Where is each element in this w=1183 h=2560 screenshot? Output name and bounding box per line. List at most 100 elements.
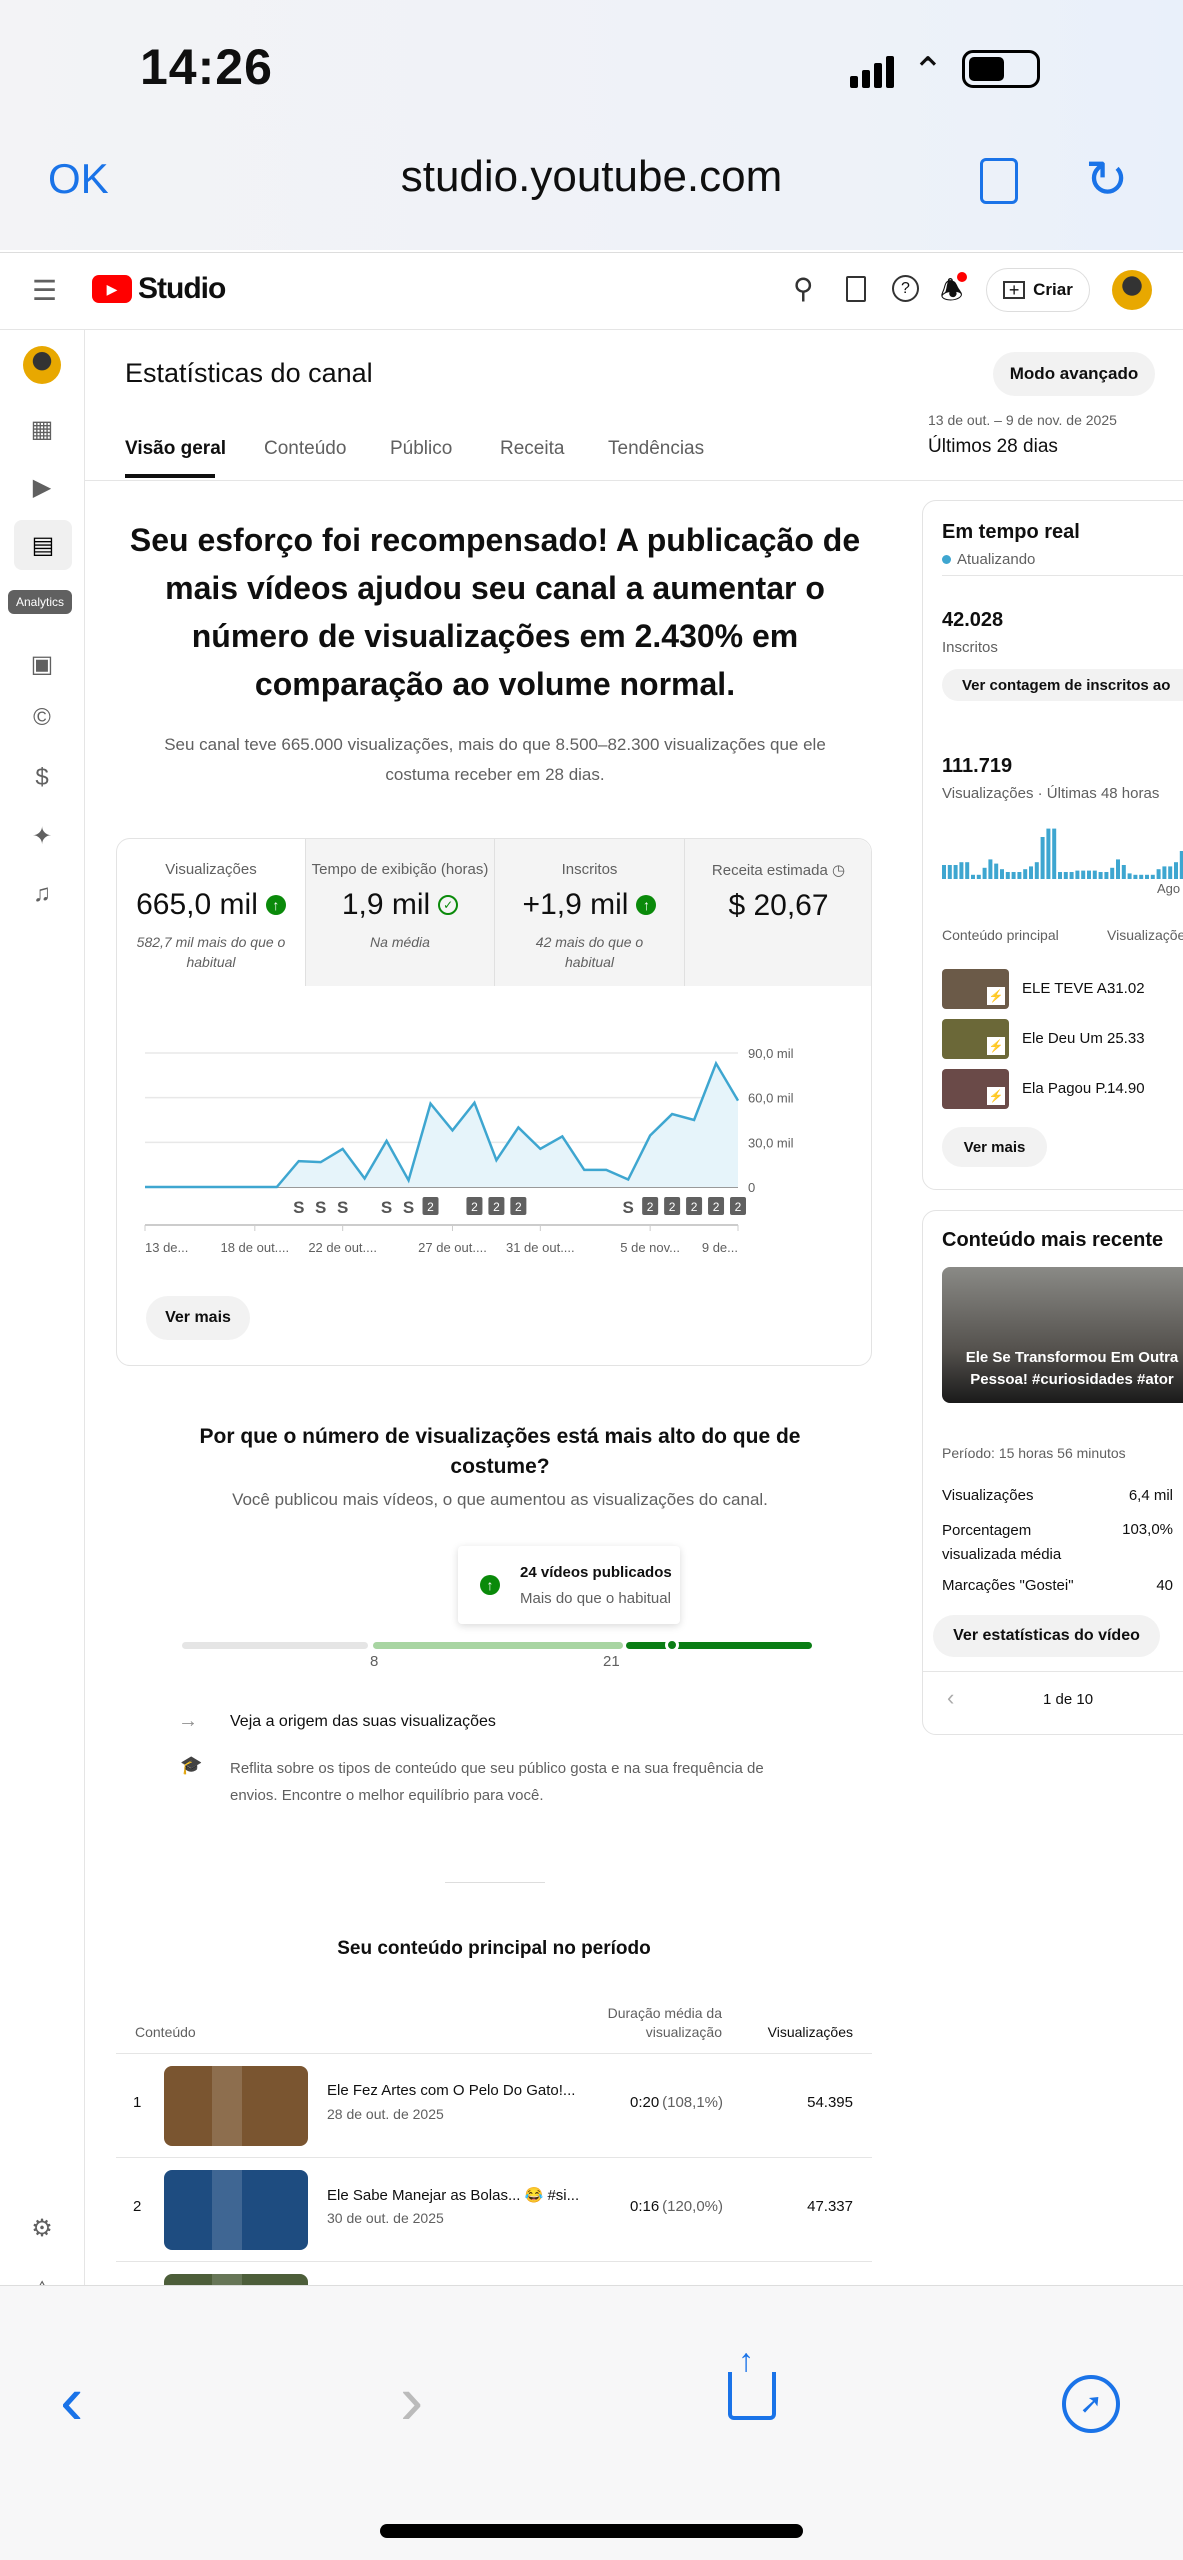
realtime-bar[interactable] <box>1139 874 1144 879</box>
realtime-bar[interactable] <box>1150 874 1155 879</box>
realtime-bar[interactable] <box>1069 872 1074 879</box>
realtime-bar[interactable] <box>1017 872 1022 879</box>
realtime-bar[interactable] <box>1081 870 1086 879</box>
share-icon[interactable]: ↑ <box>728 2342 776 2420</box>
realtime-bar[interactable] <box>1023 869 1028 879</box>
video-thumbnail[interactable] <box>164 2170 308 2250</box>
live-subs-button[interactable]: Ver contagem de inscritos ao <box>942 669 1183 701</box>
realtime-bar[interactable] <box>1162 866 1167 879</box>
realtime-bar[interactable] <box>1046 828 1051 879</box>
realtime-bar[interactable] <box>1063 872 1068 879</box>
realtime-see-more[interactable]: Ver mais <box>942 1127 1047 1167</box>
settings-icon[interactable]: ⚙ <box>26 2212 58 2244</box>
customization-icon[interactable]: ✦ <box>26 820 58 852</box>
realtime-bar[interactable] <box>1011 872 1016 879</box>
feedback-icon[interactable] <box>846 276 866 302</box>
realtime-bar[interactable] <box>971 874 975 879</box>
tab-trends[interactable]: Tendências <box>608 438 704 460</box>
tab-overview[interactable]: Visão geral <box>125 438 226 460</box>
help-icon[interactable]: ? <box>892 275 919 302</box>
realtime-bar[interactable] <box>1029 866 1033 879</box>
date-range[interactable]: 13 de out. – 9 de nov. de 2025 <box>928 412 1117 428</box>
realtime-bar[interactable] <box>976 874 981 879</box>
shorts-marker-icon[interactable]: S <box>293 1198 304 1217</box>
shorts-marker-icon[interactable]: S <box>315 1198 326 1217</box>
previous-icon[interactable]: ‹ <box>947 1685 954 1711</box>
see-more-button[interactable]: Ver mais <box>146 1296 250 1340</box>
realtime-bar[interactable] <box>942 865 946 879</box>
studio-logo[interactable]: ▶ Studio <box>92 272 226 306</box>
forward-icon[interactable]: › <box>400 2365 423 2435</box>
realtime-bar[interactable] <box>1127 873 1132 879</box>
channel-avatar[interactable] <box>23 346 61 384</box>
shorts-marker-icon[interactable]: S <box>381 1198 392 1217</box>
video-title[interactable]: Ele Fez Artes com O Pelo Do Gato!... <box>327 2082 575 2099</box>
account-avatar[interactable] <box>1112 270 1152 310</box>
back-icon[interactable]: ‹ <box>60 2365 83 2435</box>
metric-views[interactable]: Visualizações 665,0 mil ↑ 582,7 mil mais … <box>117 839 305 986</box>
realtime-bar[interactable] <box>1145 874 1149 879</box>
realtime-bar[interactable] <box>1174 862 1178 879</box>
period-selector[interactable]: Últimos 28 dias <box>928 436 1058 458</box>
reload-icon[interactable]: ↻ <box>1085 150 1129 210</box>
realtime-bar[interactable] <box>1000 869 1004 879</box>
metric-watch-time[interactable]: Tempo de exibição (horas) 1,9 mil ✓ Na mé… <box>305 839 494 986</box>
recent-video-thumbnail[interactable]: Ele Se Transformou Em Outra Pessoa! #cur… <box>942 1267 1183 1403</box>
search-icon[interactable]: ⚲ <box>793 272 814 305</box>
create-button[interactable]: + Criar <box>986 268 1090 312</box>
realtime-bar[interactable] <box>1104 872 1109 879</box>
realtime-bar[interactable] <box>994 863 999 879</box>
tab-content[interactable]: Conteúdo <box>264 438 346 460</box>
subtitles-icon[interactable]: ▣ <box>26 648 58 680</box>
tab-revenue[interactable]: Receita <box>500 438 564 460</box>
realtime-bar[interactable] <box>1087 870 1091 879</box>
realtime-bar[interactable] <box>1092 870 1097 879</box>
shorts-marker-icon[interactable]: S <box>623 1198 634 1217</box>
advanced-mode-button[interactable]: Modo avançado <box>993 352 1155 396</box>
realtime-bar[interactable] <box>1121 865 1126 879</box>
realtime-bar[interactable] <box>1110 867 1115 879</box>
realtime-bar[interactable] <box>1034 862 1039 879</box>
shorts-marker-icon[interactable]: S <box>403 1198 414 1217</box>
realtime-bar[interactable] <box>1052 828 1057 879</box>
realtime-bar[interactable] <box>1098 872 1103 879</box>
tab-audience[interactable]: Público <box>390 438 452 460</box>
bell-icon[interactable]: 🕭 <box>940 272 968 316</box>
realtime-item[interactable]: ⚡ Ele Deu Um ... 25.33 <box>942 1019 1183 1059</box>
video-thumbnail[interactable] <box>164 2066 308 2146</box>
realtime-item[interactable]: ⚡ ELE TEVE A... 31.02 <box>942 969 1183 1009</box>
col-duration[interactable]: Duração média da visualização <box>590 2004 722 2042</box>
realtime-bar[interactable] <box>1058 872 1062 879</box>
video-title[interactable]: Ele Sabe Manejar as Bolas... 😂 #si... <box>327 2186 579 2204</box>
realtime-bar[interactable] <box>953 865 958 879</box>
realtime-bar[interactable] <box>1005 872 1010 879</box>
traffic-source-link[interactable]: Veja a origem das suas visualizações <box>230 1713 496 1731</box>
menu-icon[interactable]: ☰ <box>32 274 57 307</box>
monetization-icon[interactable]: $ <box>26 762 58 794</box>
realtime-item[interactable]: ⚡ Ela Pagou P... 14.90 <box>942 1069 1183 1109</box>
metric-revenue[interactable]: Receita estimada ◷ $ 20,67 <box>684 839 872 986</box>
realtime-bar[interactable] <box>947 865 952 879</box>
realtime-bar[interactable] <box>1156 869 1161 879</box>
realtime-bar[interactable] <box>1168 866 1173 879</box>
table-row[interactable]: 1 Ele Fez Artes com O Pelo Do Gato!... 2… <box>116 2053 872 2157</box>
reader-icon[interactable] <box>980 158 1018 204</box>
realtime-bar[interactable] <box>959 862 964 879</box>
col-views[interactable]: Visualizações <box>745 2024 853 2040</box>
shorts-marker-icon[interactable]: S <box>337 1198 348 1217</box>
realtime-bar[interactable] <box>982 867 987 879</box>
realtime-bar[interactable] <box>1040 837 1045 879</box>
table-row[interactable]: 2 Ele Sabe Manejar as Bolas... 😂 #si... … <box>116 2157 872 2261</box>
realtime-bar[interactable] <box>1133 874 1138 879</box>
compass-icon[interactable]: ➚ <box>1062 2375 1120 2433</box>
realtime-bar[interactable] <box>1116 859 1120 879</box>
video-stats-button[interactable]: Ver estatísticas do vídeo <box>933 1615 1160 1657</box>
realtime-bar[interactable] <box>988 859 993 879</box>
metric-subscribers[interactable]: Inscritos +1,9 mil ↑ 42 mais do que o hab… <box>494 839 684 986</box>
content-icon[interactable]: ▶ <box>26 471 58 503</box>
dashboard-icon[interactable]: ▦ <box>26 413 58 445</box>
copyright-icon[interactable]: © <box>26 702 58 734</box>
realtime-bar[interactable] <box>1075 870 1080 879</box>
analytics-icon[interactable]: ▤ <box>14 520 72 570</box>
realtime-bar[interactable] <box>965 862 970 879</box>
